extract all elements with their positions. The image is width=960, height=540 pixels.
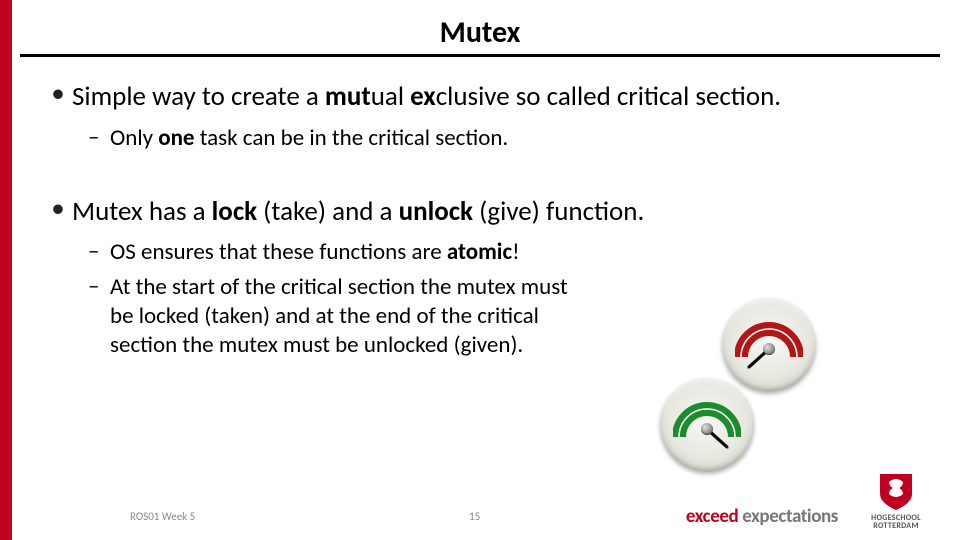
sub-bullet: – OS ensures that these functions are at… — [88, 238, 930, 267]
dash-icon: – — [88, 124, 110, 153]
dash-icon: – — [88, 273, 110, 359]
bullet-text: Simple way to create a mutual exclusive … — [72, 80, 930, 114]
gauge-unlocked-icon — [660, 378, 754, 472]
dash-icon: – — [88, 238, 110, 267]
bullet-text: Mutex has a lock (take) and a unlock (gi… — [72, 195, 930, 229]
gauge-illustration — [660, 298, 830, 468]
bullet-icon: • — [44, 195, 72, 229]
accent-bar — [0, 0, 12, 540]
bullet-1: • Simple way to create a mutual exclusiv… — [44, 80, 930, 153]
hogeschool-logo: HOGESCHOOL ROTTERDAM — [850, 472, 942, 530]
sub-bullet: – Only one task can be in the critical s… — [88, 124, 930, 153]
slide-title: Mutex — [0, 14, 960, 51]
title-underline — [20, 54, 940, 57]
bullet-icon: • — [44, 80, 72, 114]
page-number: 15 — [469, 510, 480, 523]
shield-icon — [878, 472, 914, 512]
slide-footer: ROS01 Week 5 — [130, 510, 195, 523]
gauge-locked-icon — [722, 298, 816, 392]
tagline: exceed expectations — [686, 505, 838, 528]
